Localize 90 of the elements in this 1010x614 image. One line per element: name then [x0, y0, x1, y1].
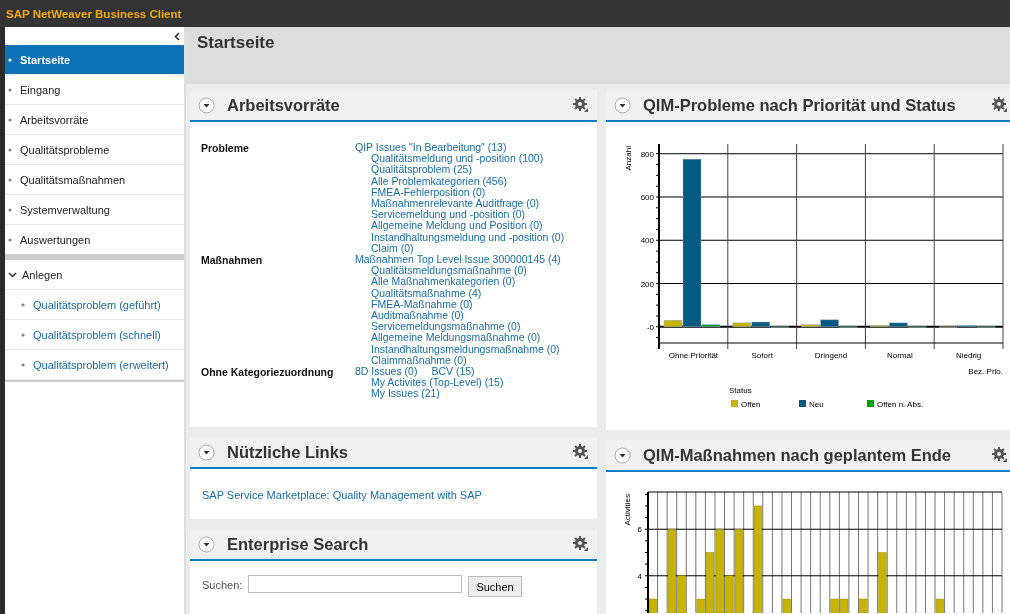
axis-title: Bez. Prio. — [968, 367, 1003, 376]
tick-label: 200 — [640, 279, 654, 289]
settings-icon[interactable] — [992, 447, 1008, 463]
bullet-icon — [8, 177, 12, 182]
collapse-icon[interactable] — [614, 446, 631, 464]
worklist-link[interactable]: FMEA-Fehlerposition (0) — [371, 186, 565, 198]
collapse-icon[interactable] — [198, 535, 215, 553]
settings-icon[interactable] — [573, 444, 589, 460]
worklist-link[interactable]: QIP Issues "In Bearbeitung" (13) — [355, 142, 507, 154]
page-title: Startseite — [197, 33, 275, 52]
panel-title: QIM-Maßnahmen nach geplantem Ende — [643, 445, 953, 465]
tick-label: 800 — [640, 149, 654, 159]
legend-label: Neu — [809, 400, 824, 409]
nav-item[interactable]: Auswertungen — [5, 225, 184, 257]
legend-label: Offen — [741, 400, 761, 409]
worklist-link[interactable]: Qualitätsmeldung und -position (100) — [371, 153, 565, 165]
category-label: Dringend — [814, 351, 848, 360]
worklist-link[interactable]: Servicemeldung und -position (0) — [371, 209, 565, 221]
axis-title: Anzahl — [624, 146, 633, 171]
bullet-icon — [8, 207, 12, 212]
worklist-link[interactable]: Alle Maßnahmenkategorien (0) — [371, 276, 561, 288]
worklist-link[interactable]: Maßnahmenrelevante Auditfrage (0) — [371, 198, 565, 210]
bullet-icon — [8, 237, 12, 242]
worklist-link[interactable]: Qualitätsmeldungsmaßnahme (0) — [371, 265, 561, 277]
search-field[interactable] — [248, 575, 463, 593]
panel-title: Nützliche Links — [227, 442, 350, 462]
external-link[interactable]: SAP Service Marketplace: Quality Management with SAP — [202, 489, 482, 501]
settings-icon[interactable] — [992, 97, 1008, 113]
collapse-icon[interactable] — [198, 443, 215, 461]
group-label: Probleme — [201, 142, 250, 156]
collapse-icon[interactable] — [174, 31, 180, 41]
worklist-link[interactable]: My Activites (Top-Level) (15) — [371, 377, 504, 389]
worklist-link[interactable]: Auditmaßnahme (0) — [371, 310, 561, 322]
worklist-link[interactable]: Qualitätsproblem (25) — [371, 164, 565, 176]
collapse-icon[interactable] — [198, 96, 215, 114]
worklist-link[interactable]: Servicemeldungsmaßnahme (0) — [371, 321, 561, 333]
category-label: Normal — [886, 351, 913, 360]
category-label: Niedrig — [955, 351, 982, 360]
nav-group[interactable]: Anlegen — [5, 257, 184, 290]
panel-title: QIM-Probleme nach Priorität und Status — [643, 95, 957, 115]
worklist-link[interactable]: Alle Problemkategorien (456) — [371, 175, 565, 187]
group-label: Ohne Kategoriezuordnung — [201, 366, 335, 381]
tick-label: 600 — [640, 193, 654, 202]
category-label: Sofort — [751, 351, 773, 360]
worklist-link[interactable]: BCV (15) — [431, 366, 475, 378]
nav-item[interactable]: Arbeitsvorräte — [5, 105, 184, 135]
worklist-link[interactable]: Qualitätsmaßnahme (4) — [371, 287, 561, 299]
bullet-icon — [21, 332, 25, 337]
panel-title: Enterprise Search — [227, 534, 370, 554]
legend-label: Offen n. Abs. — [877, 400, 924, 409]
tick-label: 6 — [637, 525, 642, 535]
worklist-link[interactable]: My Issues (21) — [371, 388, 504, 400]
nav-item[interactable]: Startseite — [5, 45, 184, 75]
nav-item[interactable]: Qualitätsprobleme — [5, 135, 184, 165]
legend-title: Status — [729, 386, 752, 395]
nav-item[interactable]: Eingang — [5, 75, 184, 105]
collapse-icon[interactable] — [614, 96, 631, 114]
nav-item[interactable]: Qualitätsproblem (geführt) — [5, 290, 184, 320]
tick-label: 400 — [640, 236, 654, 246]
bullet-icon — [21, 302, 25, 307]
worklist-link[interactable]: Maßnahmen Top Level Issue 300000145 (4) — [355, 254, 561, 266]
nav-item[interactable]: Qualitätsproblem (erweitert) — [5, 350, 184, 380]
worklist-link[interactable]: Allgemeine Meldung und Position (0) — [371, 220, 565, 232]
worklist-link[interactable]: Claimmaßnahme (0) — [371, 354, 561, 367]
worklist-link[interactable]: Claim (0) — [371, 242, 565, 255]
worklist-link[interactable]: FMEA-Maßnahme (0) — [371, 298, 561, 311]
search-button[interactable]: Suchen — [468, 576, 522, 597]
worklist-link[interactable]: Instandhaltungsmeldung und -position (0) — [371, 231, 565, 243]
worklist-link[interactable]: Instandhaltungsmeldungsmaßnahme (0) — [371, 343, 561, 355]
worklist-link[interactable]: Allgemeine Meldungsmaßnahme (0) — [371, 332, 561, 344]
group-label: Maßnahmen — [201, 254, 264, 269]
worklist-link[interactable]: 8D Issues (0) — [355, 366, 418, 378]
app-title: SAP NetWeaver Business Client — [6, 7, 182, 20]
chevron-icon[interactable] — [8, 271, 17, 278]
category-label: Ohne Priorität — [668, 351, 719, 360]
bullet-icon — [21, 362, 25, 367]
settings-icon[interactable] — [573, 536, 589, 552]
bullet-icon — [8, 147, 12, 152]
bullet-icon — [8, 57, 12, 62]
panel-title: Arbeitsvorräte — [227, 95, 341, 115]
tick-label: 4 — [637, 571, 642, 581]
tick-label: -0 — [646, 322, 654, 332]
nav-item[interactable]: Qualitätsmaßnahmen — [5, 165, 184, 195]
search-label: Suchen: — [202, 579, 243, 591]
settings-icon[interactable] — [573, 97, 589, 113]
bullet-icon — [8, 117, 12, 122]
nav-item[interactable]: Systemverwaltung — [5, 195, 184, 225]
bullet-icon — [8, 87, 12, 92]
nav-item[interactable]: Qualitätsproblem (schnell) — [5, 320, 184, 350]
axis-title: Activities — [623, 494, 632, 526]
